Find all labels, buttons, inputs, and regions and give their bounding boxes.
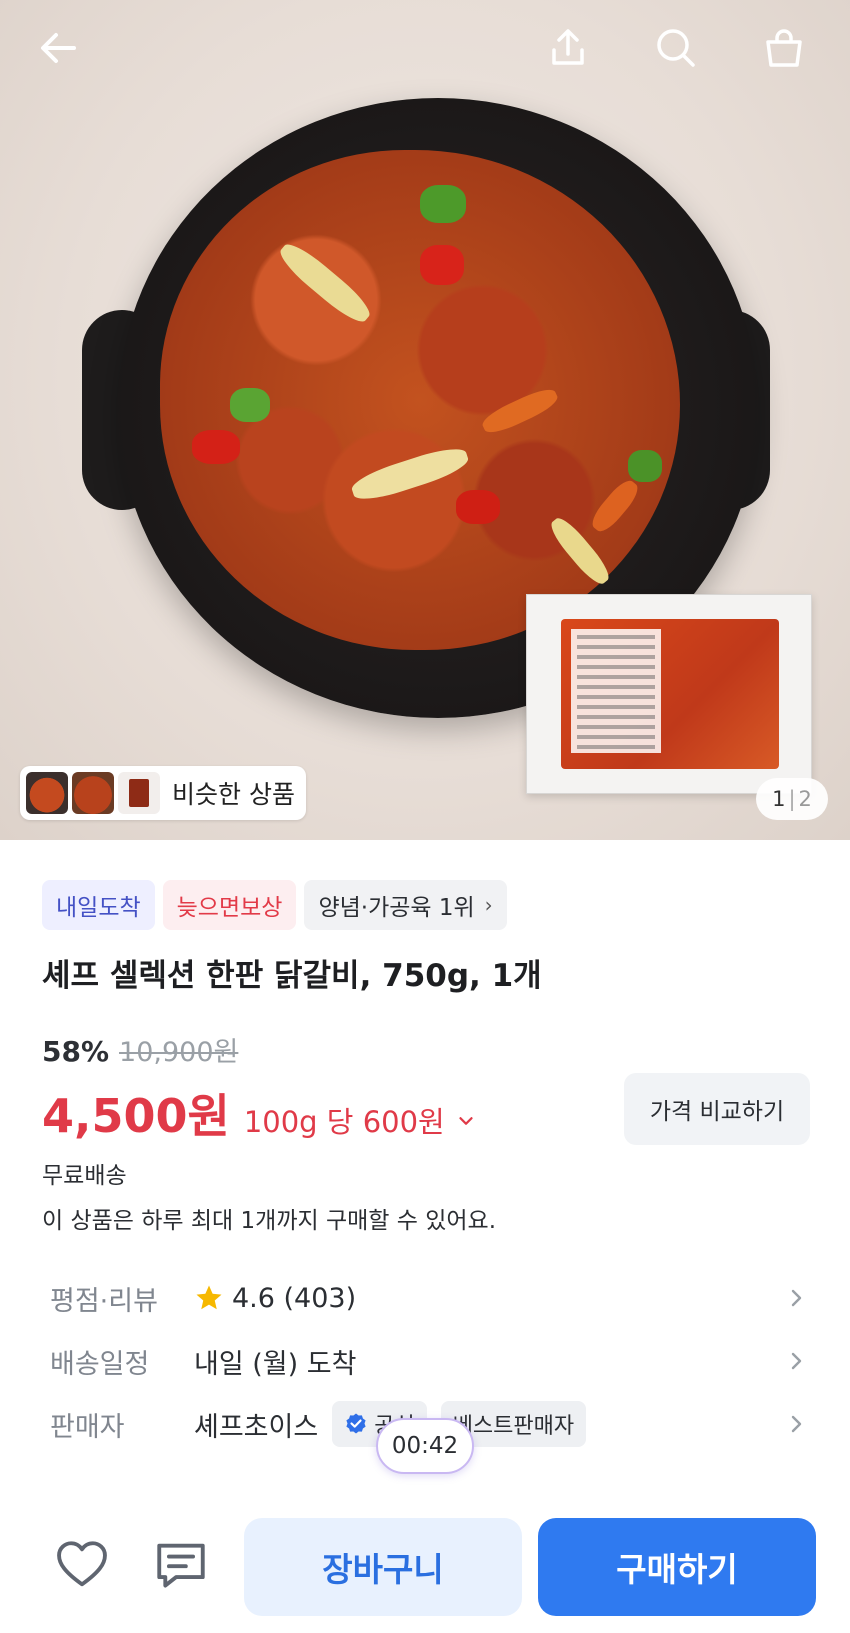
shopping-bag-icon — [766, 29, 802, 67]
delivery-value: 내일 (월) 도착 — [194, 1348, 357, 1380]
chat-icon — [157, 1543, 205, 1588]
arrival-badge: 내일도착 — [42, 880, 155, 930]
chevron-right-icon — [791, 1289, 802, 1307]
price-row: 4,500원 100g 당 600원 — [42, 1080, 477, 1146]
red-chili — [192, 430, 240, 464]
wishlist-button[interactable] — [47, 1530, 117, 1600]
verified-check-icon — [346, 1413, 366, 1434]
heart-icon — [57, 1541, 107, 1587]
add-to-cart-button[interactable]: 장바구니 — [244, 1518, 522, 1616]
share-icon — [552, 29, 584, 65]
star-icon — [196, 1285, 222, 1310]
red-chili — [456, 490, 500, 524]
product-badges: 내일도착 늦으면보상 양념·가공육 1위 › — [42, 880, 507, 930]
similar-thumbnail — [72, 772, 114, 814]
chevron-down-icon[interactable] — [455, 1110, 477, 1132]
page-separator: | — [788, 787, 796, 811]
green-pepper — [628, 450, 662, 482]
discount-rate: 58% — [42, 1035, 110, 1068]
chevron-right-icon — [791, 1352, 802, 1370]
seller-name: 셰프초이스 — [194, 1411, 319, 1443]
discount-row: 58% 10,900원 — [42, 1030, 238, 1069]
product-packet-image — [526, 594, 812, 794]
product-image-gallery[interactable]: 비슷한 상품 1 | 2 — [0, 0, 850, 840]
rating-review-row[interactable]: 평점·리뷰 4.6 (403) — [0, 1270, 850, 1326]
shipping-info: 무료배송 — [42, 1163, 127, 1189]
unit-price-toggle[interactable]: 100g 당 600원 — [244, 1099, 445, 1141]
arrow-left-icon — [41, 33, 76, 63]
bottom-action-bar: 장바구니 구매하기 — [0, 1500, 850, 1633]
chevron-right-icon: › — [484, 893, 493, 917]
similar-thumbnail — [26, 772, 68, 814]
search-icon — [657, 29, 695, 67]
sale-price: 4,500원 — [42, 1089, 230, 1143]
original-price: 10,900원 — [119, 1037, 239, 1068]
green-pepper — [230, 388, 270, 422]
share-button[interactable] — [538, 18, 598, 78]
seller-key: 판매자 — [50, 1411, 125, 1443]
search-button[interactable] — [646, 18, 706, 78]
image-page-indicator: 1 | 2 — [756, 778, 828, 820]
chat-inquiry-button[interactable] — [146, 1530, 216, 1600]
similar-thumbnail — [118, 772, 160, 814]
product-title: 셰프 셀렉션 한판 닭갈비, 750g, 1개 — [42, 958, 542, 994]
back-button[interactable] — [28, 18, 88, 78]
price-compare-button[interactable]: 가격 비교하기 — [624, 1073, 810, 1145]
purchase-limit-notice: 이 상품은 하루 최대 1개까지 구매할 수 있어요. — [42, 1208, 497, 1234]
red-chili — [420, 245, 464, 285]
rating-value-wrap: 4.6 (403) — [194, 1283, 356, 1314]
page-current: 1 — [772, 787, 786, 811]
green-pepper — [420, 185, 466, 223]
page-total: 2 — [798, 787, 812, 811]
rating-value: 4.6 (403) — [232, 1282, 357, 1314]
chevron-right-icon — [791, 1415, 802, 1433]
buy-now-button[interactable]: 구매하기 — [538, 1518, 816, 1616]
category-ranking-badge[interactable]: 양념·가공육 1위 › — [304, 880, 507, 930]
similar-products-button[interactable]: 비슷한 상품 — [20, 766, 306, 820]
delivery-schedule-row[interactable]: 배송일정 내일 (월) 도착 — [0, 1333, 850, 1389]
cart-bag-button[interactable] — [754, 18, 814, 78]
delivery-key: 배송일정 — [50, 1348, 150, 1380]
similar-products-label: 비슷한 상품 — [172, 780, 295, 809]
floating-timer[interactable]: 00:42 — [376, 1418, 474, 1474]
late-compensation-badge: 늦으면보상 — [162, 880, 297, 930]
ranking-label: 양념·가공육 1위 — [318, 895, 475, 921]
rating-key: 평점·리뷰 — [50, 1285, 158, 1317]
